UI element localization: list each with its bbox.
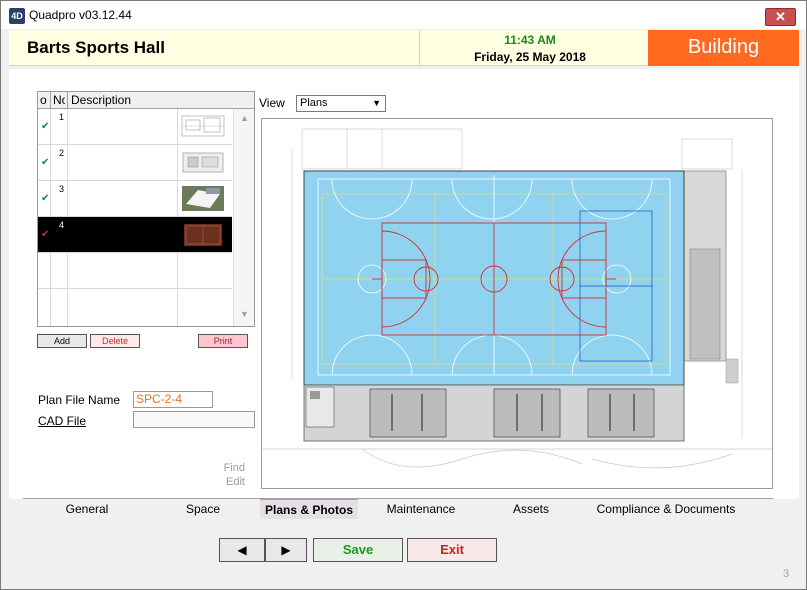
content-panel: o No Description ✔ 1 ✔	[9, 69, 799, 499]
cad-file-field[interactable]	[133, 411, 255, 428]
chevron-down-icon: ▼	[372, 98, 381, 108]
view-select[interactable]: Plans ▼	[296, 95, 386, 112]
header-bar: Barts Sports Hall 11:43 AM Friday, 25 Ma…	[9, 30, 799, 66]
plan-file-label: Plan File Name	[38, 393, 121, 407]
next-button[interactable]: ▶	[265, 538, 307, 562]
tab-compliance-documents[interactable]: Compliance & Documents	[588, 499, 744, 519]
find-edit-links: Find Edit	[199, 461, 245, 489]
floor-plan-image	[262, 128, 772, 469]
site-name: Barts Sports Hall	[27, 38, 165, 57]
close-button[interactable]: ✕	[765, 8, 796, 26]
plan-thumbnail	[182, 152, 224, 173]
window-title: Quadpro v03.12.44	[29, 8, 132, 22]
app-window: 4D Quadpro v03.12.44 ✕ Barts Sports Hall…	[0, 0, 807, 590]
previous-button[interactable]: ◀	[219, 538, 265, 562]
checkbox-tick[interactable]: ✔	[41, 121, 49, 132]
col-header-no[interactable]: No	[53, 93, 65, 107]
edit-link[interactable]: Edit	[199, 475, 245, 489]
clock-date: Friday, 25 May 2018	[474, 50, 586, 64]
clock-time: 11:43 AM	[504, 33, 556, 47]
col-header-o[interactable]: o	[40, 93, 47, 107]
list-header: o No Description	[38, 92, 254, 109]
delete-button[interactable]: Delete	[90, 334, 140, 348]
print-button[interactable]: Print	[198, 334, 248, 348]
page-number: 3	[783, 568, 790, 580]
plans-list[interactable]: o No Description ✔ 1 ✔	[37, 91, 255, 327]
plan-thumbnail	[181, 115, 225, 137]
tab-maintenance[interactable]: Maintenance	[373, 499, 469, 519]
list-item[interactable]: ✔ 1	[38, 109, 232, 145]
tab-plans-photos[interactable]: Plans & Photos	[260, 499, 358, 519]
list-item-selected[interactable]: ✔ 4	[38, 217, 232, 253]
checkbox-tick[interactable]: ✔	[41, 229, 49, 240]
scroll-up-icon[interactable]: ▲	[240, 113, 249, 123]
row-number: 4	[59, 220, 65, 230]
tab-space[interactable]: Space	[151, 499, 255, 519]
scroll-down-icon[interactable]: ▼	[240, 309, 249, 319]
plan-thumbnail	[184, 224, 222, 246]
list-scrollbar[interactable]: ▲ ▼	[233, 109, 254, 326]
list-item[interactable]: ✔ 3	[38, 181, 232, 217]
module-badge: Building	[648, 30, 799, 66]
checkbox-tick[interactable]: ✔	[41, 193, 49, 204]
col-divider	[67, 92, 68, 109]
add-button[interactable]: Add	[37, 334, 87, 348]
view-selected-value: Plans	[300, 97, 328, 109]
app-icon: 4D	[9, 8, 25, 24]
list-item-empty	[38, 253, 232, 289]
list-item-empty	[38, 289, 232, 325]
floor-plan-viewer[interactable]	[261, 118, 773, 489]
save-button[interactable]: Save	[313, 538, 403, 562]
title-bar: 4D Quadpro v03.12.44 ✕	[1, 1, 806, 29]
row-number: 2	[59, 148, 65, 158]
col-divider	[50, 92, 51, 109]
tab-bar: General Space Plans & Photos Maintenance…	[23, 499, 785, 519]
view-label: View	[259, 96, 285, 110]
row-number: 1	[59, 112, 65, 122]
cad-file-link[interactable]: CAD File	[38, 414, 86, 428]
tab-assets[interactable]: Assets	[483, 499, 579, 519]
exit-button[interactable]: Exit	[407, 538, 497, 562]
list-item[interactable]: ✔ 2	[38, 145, 232, 181]
checkbox-tick[interactable]: ✔	[41, 157, 49, 168]
row-number: 3	[59, 184, 65, 194]
col-header-description[interactable]: Description	[71, 93, 131, 107]
photo-thumbnail	[182, 186, 224, 211]
find-link[interactable]: Find	[199, 461, 245, 475]
tab-general[interactable]: General	[23, 499, 151, 519]
plan-file-field[interactable]: SPC-2-4	[133, 391, 213, 408]
